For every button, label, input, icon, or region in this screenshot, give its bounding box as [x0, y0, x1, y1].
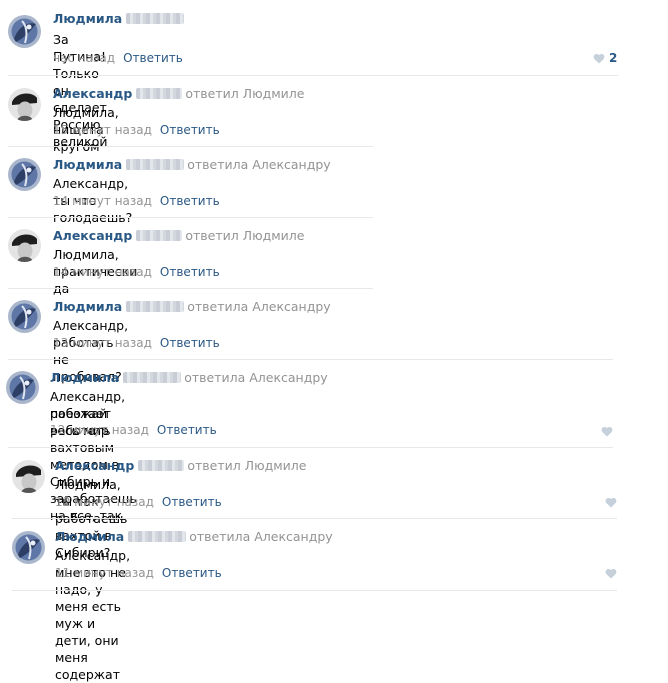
divider — [12, 590, 617, 591]
divider — [8, 146, 373, 147]
reply-button[interactable]: Ответить — [162, 495, 222, 509]
heart-icon[interactable] — [605, 497, 617, 508]
heart-icon[interactable] — [601, 426, 613, 437]
author-link[interactable]: Александр — [53, 228, 132, 243]
comment-meta: 11 минут назад Ответить — [55, 566, 222, 581]
timestamp: 12 минут назад — [50, 423, 149, 437]
avatar[interactable] — [8, 229, 41, 262]
reply-button[interactable]: Ответить — [160, 194, 220, 208]
timestamp: 15 минут назад — [53, 123, 152, 137]
divider — [8, 288, 373, 289]
reply-button[interactable]: Ответить — [123, 51, 183, 65]
blurred-surname — [123, 372, 182, 383]
comment-header: Александр ответил Людмиле — [53, 228, 304, 244]
comment-meta: 12 минут назад Ответить — [50, 423, 217, 438]
author-link[interactable]: Людмила — [55, 529, 124, 544]
avatar[interactable] — [8, 300, 41, 333]
comment-header: Александр ответил Людмиле — [53, 86, 304, 102]
divider — [8, 447, 613, 448]
blurred-surname — [136, 88, 183, 99]
author-link[interactable]: Людмила — [53, 299, 122, 314]
timestamp: час назад — [53, 51, 116, 65]
timestamp: 14 минут назад — [53, 194, 152, 208]
reply-button[interactable]: Ответить — [160, 123, 220, 137]
author-link[interactable]: Александр — [55, 458, 134, 473]
comment-meta: час назад Ответить — [53, 51, 183, 66]
like-count[interactable]: 2 — [609, 51, 617, 65]
avatar[interactable] — [8, 88, 41, 121]
reply-to-label[interactable]: ответил Людмиле — [185, 228, 304, 243]
heart-icon[interactable] — [605, 568, 617, 579]
comment-header: Людмила ответила Александру — [53, 299, 331, 315]
reply-button[interactable]: Ответить — [160, 265, 220, 279]
comment-header: Александр ответил Людмиле — [55, 458, 306, 474]
avatar[interactable] — [6, 371, 39, 404]
blurred-surname — [126, 13, 185, 24]
reply-to-label[interactable]: ответила Александру — [187, 157, 330, 172]
comment-header: Людмила — [53, 11, 187, 27]
avatar[interactable] — [8, 15, 41, 48]
author-link[interactable]: Людмила — [53, 11, 122, 26]
blurred-surname — [138, 460, 185, 471]
blurred-surname — [136, 230, 183, 241]
reply-to-label[interactable]: ответила Александру — [189, 529, 332, 544]
reply-button[interactable]: Ответить — [160, 336, 220, 350]
divider — [8, 359, 613, 360]
comment-header: Людмила ответила Александру — [53, 157, 331, 173]
comment-header: Людмила ответила Александру — [55, 529, 333, 545]
timestamp: 11 минут назад — [55, 566, 154, 580]
reply-button[interactable]: Ответить — [162, 566, 222, 580]
divider — [8, 217, 373, 218]
comment-meta: 13 минут назад Ответить — [53, 336, 220, 351]
reply-to-label[interactable]: ответила Александру — [187, 299, 330, 314]
avatar[interactable] — [8, 158, 41, 191]
blurred-surname — [126, 159, 185, 170]
comment-header: Людмила ответила Александру — [50, 370, 328, 386]
avatar[interactable] — [12, 531, 45, 564]
author-link[interactable]: Александр — [53, 86, 132, 101]
divider — [12, 518, 617, 519]
comment-meta: 15 минут назад Ответить — [53, 123, 220, 138]
reply-to-label[interactable]: ответил Людмиле — [187, 458, 306, 473]
divider — [8, 75, 618, 76]
timestamp: 12 минут назад — [55, 495, 154, 509]
blurred-surname — [126, 301, 185, 312]
comment-meta: 12 минут назад Ответить — [55, 495, 222, 510]
reply-button[interactable]: Ответить — [157, 423, 217, 437]
comment-meta: 14 минут назад Ответить — [53, 265, 220, 280]
comment-meta: 14 минут назад Ответить — [53, 194, 220, 209]
author-link[interactable]: Людмила — [50, 370, 119, 385]
reply-to-label[interactable]: ответила Александру — [184, 370, 327, 385]
timestamp: 14 минут назад — [53, 265, 152, 279]
avatar[interactable] — [12, 460, 45, 493]
heart-icon[interactable] — [593, 53, 605, 64]
reply-to-label[interactable]: ответил Людмиле — [185, 86, 304, 101]
author-link[interactable]: Людмила — [53, 157, 122, 172]
blurred-surname — [128, 531, 187, 542]
timestamp: 13 минут назад — [53, 336, 152, 350]
